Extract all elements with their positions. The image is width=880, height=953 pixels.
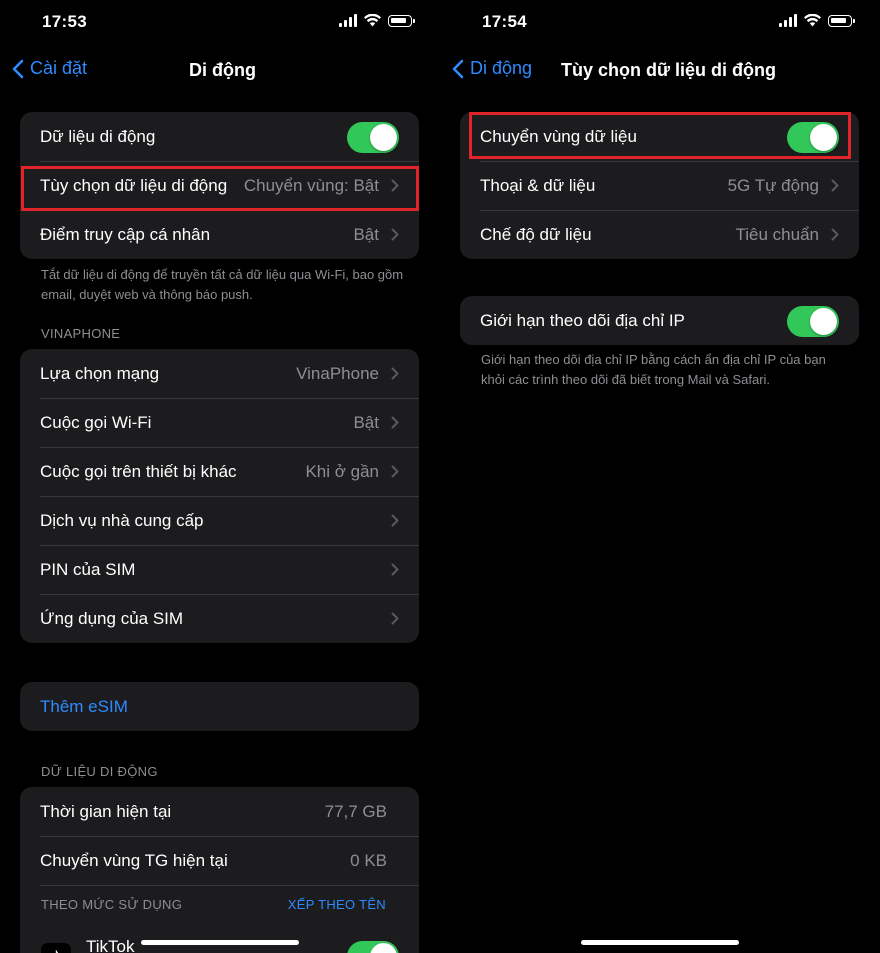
divider bbox=[40, 885, 419, 886]
status-time: 17:53 bbox=[42, 12, 87, 31]
roaming-label: Chuyển vùng dữ liệu bbox=[480, 126, 637, 146]
chevron-right-icon bbox=[831, 228, 839, 241]
data-roaming-toggle[interactable] bbox=[787, 122, 839, 153]
chevron-left-icon bbox=[12, 59, 24, 78]
mobile-settings-screen: 17:53 Cài đặt Di động Dữ liệu di động Tù… bbox=[0, 0, 440, 953]
data-options-row[interactable]: Tùy chọn dữ liệu di động Chuyển vùng: Bậ… bbox=[20, 161, 419, 210]
mobile-data-footnote: Tắt dữ liệu di động để truyền tất cả dữ … bbox=[41, 267, 404, 302]
chevron-right-icon bbox=[391, 228, 399, 241]
sim-pin-label: PIN của SIM bbox=[40, 559, 136, 579]
sim-pin-row[interactable]: PIN của SIM bbox=[20, 545, 419, 594]
current-period-label: Thời gian hiện tại bbox=[40, 801, 172, 821]
toggle-knob bbox=[370, 124, 397, 151]
chevron-right-icon bbox=[391, 465, 399, 478]
roaming-group: Chuyển vùng dữ liệu Thoại & dữ liệu 5G T… bbox=[460, 112, 859, 259]
current-period-row: Thời gian hiện tại 77,7 GB bbox=[20, 787, 419, 836]
home-indicator[interactable] bbox=[141, 940, 299, 945]
toggle-knob bbox=[810, 124, 837, 151]
mobile-data-row: Dữ liệu di động bbox=[20, 112, 419, 161]
back-label: Di động bbox=[470, 58, 533, 78]
chevron-right-icon bbox=[831, 179, 839, 192]
chevron-right-icon bbox=[391, 514, 399, 527]
chevron-right-icon bbox=[391, 563, 399, 576]
add-esim-label: Thêm eSIM bbox=[40, 696, 128, 716]
calls-other-devices-row[interactable]: Cuộc gọi trên thiết bị khác Khi ở gần bbox=[20, 447, 419, 496]
esim-group: Thêm eSIM bbox=[20, 682, 419, 731]
hotspot-value: Bật bbox=[353, 224, 379, 244]
chevron-right-icon bbox=[391, 612, 399, 625]
app-name: TikTok bbox=[86, 937, 135, 953]
battery-icon bbox=[828, 14, 855, 27]
home-indicator[interactable] bbox=[581, 940, 739, 945]
hotspot-label: Điểm truy cập cá nhân bbox=[40, 224, 211, 244]
status-icons bbox=[339, 14, 415, 27]
roaming-period-label: Chuyển vùng TG hiện tại bbox=[40, 850, 228, 870]
usage-section-header: DỮ LIỆU DI ĐỘNG bbox=[41, 764, 158, 779]
sim-apps-row[interactable]: Ứng dụng của SIM bbox=[20, 594, 419, 643]
other-devices-value: Khi ở gần bbox=[305, 461, 379, 481]
ip-tracking-footnote: Giới hạn theo dõi địa chỉ IP bằng cách ẩ… bbox=[481, 352, 826, 387]
data-options-label: Tùy chọn dữ liệu di động bbox=[40, 175, 228, 195]
voice-data-value: 5G Tự động bbox=[727, 175, 819, 195]
tiktok-data-toggle[interactable] bbox=[347, 941, 399, 953]
wifi-call-label: Cuộc gọi Wi-Fi bbox=[40, 412, 152, 432]
network-value: VinaPhone bbox=[296, 363, 379, 383]
back-button[interactable]: Di động bbox=[452, 58, 532, 79]
chevron-right-icon bbox=[391, 179, 399, 192]
carrier-services-row[interactable]: Dịch vụ nhà cung cấp bbox=[20, 496, 419, 545]
add-esim-button[interactable]: Thêm eSIM bbox=[20, 682, 419, 731]
cellular-signal-icon bbox=[339, 14, 357, 27]
limit-ip-label: Giới hạn theo dõi địa chỉ IP bbox=[480, 310, 685, 330]
carrier-services-label: Dịch vụ nhà cung cấp bbox=[40, 510, 204, 530]
data-mode-label: Chế độ dữ liệu bbox=[480, 224, 592, 244]
limit-ip-tracking-toggle[interactable] bbox=[787, 306, 839, 337]
data-options-screen: 17:54 Di động Tùy chọn dữ liệu di động C… bbox=[440, 0, 880, 953]
toggle-knob bbox=[810, 308, 837, 335]
network-label: Lựa chọn mạng bbox=[40, 363, 160, 383]
ip-tracking-group: Giới hạn theo dõi địa chỉ IP bbox=[460, 296, 859, 345]
cellular-signal-icon bbox=[779, 14, 797, 27]
personal-hotspot-row[interactable]: Điểm truy cập cá nhân Bật bbox=[20, 210, 419, 259]
page-title: Tùy chọn dữ liệu di động bbox=[561, 60, 777, 80]
wifi-call-value: Bật bbox=[353, 412, 379, 432]
wifi-calling-row[interactable]: Cuộc gọi Wi-Fi Bật bbox=[20, 398, 419, 447]
roaming-period-value: 0 KB bbox=[350, 850, 387, 870]
back-label: Cài đặt bbox=[30, 58, 88, 78]
toggle-knob bbox=[370, 943, 397, 953]
tiktok-app-icon: ♪ bbox=[41, 943, 71, 953]
wifi-icon bbox=[364, 14, 381, 27]
voice-data-label: Thoại & dữ liệu bbox=[480, 175, 596, 195]
sort-by-name-link[interactable]: XẾP THEO TÊN bbox=[288, 897, 386, 912]
voice-data-row[interactable]: Thoại & dữ liệu 5G Tự động bbox=[460, 161, 859, 210]
page-title: Di động bbox=[189, 60, 256, 80]
chevron-left-icon bbox=[452, 59, 464, 78]
carrier-section-header: VINAPHONE bbox=[41, 326, 121, 341]
mobile-data-group: Dữ liệu di động Tùy chọn dữ liệu di động… bbox=[20, 112, 419, 259]
current-period-value: 77,7 GB bbox=[324, 801, 387, 821]
data-mode-row[interactable]: Chế độ dữ liệu Tiêu chuẩn bbox=[460, 210, 859, 259]
wifi-icon bbox=[804, 14, 821, 27]
status-time: 17:54 bbox=[482, 12, 527, 31]
chevron-right-icon bbox=[391, 416, 399, 429]
roaming-period-row: Chuyển vùng TG hiện tại 0 KB bbox=[20, 836, 419, 885]
mobile-data-label: Dữ liệu di động bbox=[40, 126, 156, 146]
data-roaming-row: Chuyển vùng dữ liệu bbox=[460, 112, 859, 161]
mobile-data-toggle[interactable] bbox=[347, 122, 399, 153]
status-icons bbox=[779, 14, 855, 27]
other-devices-label: Cuộc gọi trên thiết bị khác bbox=[40, 461, 237, 481]
by-usage-header: THEO MỨC SỬ DỤNG bbox=[41, 897, 183, 912]
limit-ip-tracking-row: Giới hạn theo dõi địa chỉ IP bbox=[460, 296, 859, 345]
battery-icon bbox=[388, 14, 415, 27]
chevron-right-icon bbox=[391, 367, 399, 380]
sim-apps-label: Ứng dụng của SIM bbox=[40, 608, 184, 628]
carrier-group: Lựa chọn mạng VinaPhone Cuộc gọi Wi-Fi B… bbox=[20, 349, 419, 643]
network-selection-row[interactable]: Lựa chọn mạng VinaPhone bbox=[20, 349, 419, 398]
back-button[interactable]: Cài đặt bbox=[12, 58, 87, 79]
data-mode-value: Tiêu chuẩn bbox=[735, 224, 819, 244]
data-options-value: Chuyển vùng: Bật bbox=[243, 175, 379, 195]
